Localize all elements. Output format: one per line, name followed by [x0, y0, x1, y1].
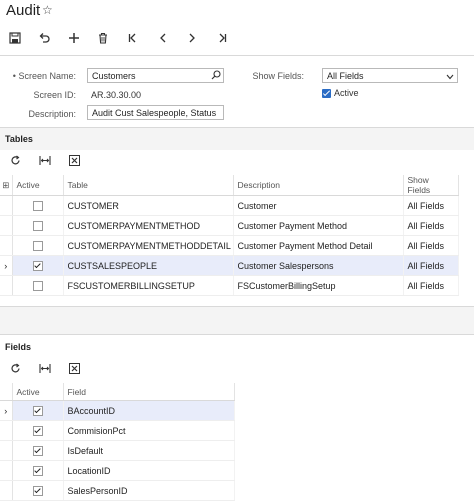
page-title: Audit [6, 2, 41, 19]
description-label: Description: [28, 109, 76, 119]
delete-icon[interactable] [95, 30, 111, 46]
toolbar-divider [0, 55, 474, 56]
row-active-checkbox[interactable] [32, 200, 43, 211]
row-field[interactable]: LocationID [63, 460, 235, 481]
search-icon[interactable] [211, 70, 221, 82]
row-active-checkbox[interactable] [32, 445, 43, 456]
table-row[interactable]: CUSTOMERPAYMENTMETHOD Customer Payment M… [0, 215, 459, 236]
row-table[interactable]: CUSTOMERPAYMENTMETHODDETAIL [63, 235, 234, 256]
screen-id-label: Screen ID: [33, 90, 76, 100]
description-input[interactable]: Audit Cust Salespeople, Status [87, 105, 224, 120]
save-icon[interactable] [7, 30, 23, 46]
row-description[interactable]: Customer Salespersons [233, 255, 404, 276]
table-row[interactable]: CUSTOMERPAYMENTMETHODDETAIL Customer Pay… [0, 235, 459, 256]
add-icon[interactable] [66, 30, 82, 46]
tables-section-title: Tables [5, 134, 33, 144]
refresh-icon[interactable] [8, 361, 22, 375]
row-table[interactable]: FSCUSTOMERBILLINGSETUP [63, 275, 234, 296]
star-icon[interactable]: ☆ [42, 3, 53, 17]
row-active-checkbox[interactable] [32, 260, 43, 271]
screen-name-input[interactable]: Customers [87, 68, 224, 83]
show-fields-label: Show Fields: [252, 71, 304, 81]
row-active-checkbox[interactable] [32, 465, 43, 476]
fit-columns-icon[interactable] [38, 361, 52, 375]
prev-icon[interactable] [155, 30, 171, 46]
screen-name-label: • Screen Name: [12, 71, 76, 81]
row-show-fields[interactable]: All Fields [403, 275, 459, 296]
fields-grid: Active Field › BAccountID CommisionPct I… [0, 383, 235, 501]
screen-id-value: AR.30.30.00 [91, 90, 142, 100]
table-row[interactable]: CUSTOMER Customer All Fields [0, 195, 459, 216]
col-description[interactable]: Description [233, 175, 404, 196]
row-field[interactable]: SalesPersonID [63, 480, 235, 501]
row-indicator [0, 460, 13, 481]
col-field[interactable]: Field [63, 383, 235, 401]
next-icon[interactable] [184, 30, 200, 46]
field-row[interactable]: CommisionPct [0, 420, 235, 441]
row-table[interactable]: CUSTSALESPEOPLE [63, 255, 234, 276]
row-active-checkbox[interactable] [32, 405, 43, 416]
col-table[interactable]: Table [63, 175, 234, 196]
chevron-down-icon[interactable] [446, 72, 454, 82]
undo-icon[interactable] [36, 30, 52, 46]
row-active-checkbox[interactable] [32, 485, 43, 496]
tables-grid: ⊞ Active Table Description Show Fields C… [0, 175, 459, 296]
section-divider [0, 127, 474, 128]
fields-section-title: Fields [5, 342, 32, 352]
row-indicator [0, 275, 13, 296]
col-active[interactable]: Active [12, 175, 64, 196]
row-show-fields[interactable]: All Fields [403, 195, 459, 216]
row-indicator [0, 215, 13, 236]
grid-settings-icon[interactable]: ⊞ [0, 175, 13, 196]
row-description[interactable]: Customer Payment Method Detail [233, 235, 404, 256]
active-checkbox[interactable] [322, 89, 331, 98]
last-icon[interactable] [214, 30, 230, 46]
row-indicator [0, 195, 13, 216]
grid-settings-icon[interactable] [0, 383, 13, 401]
row-field[interactable]: BAccountID [63, 400, 235, 421]
field-row-selected[interactable]: › BAccountID [0, 400, 235, 421]
first-icon[interactable] [125, 30, 141, 46]
export-excel-icon[interactable] [67, 153, 81, 167]
row-active-checkbox[interactable] [32, 240, 43, 251]
row-show-fields[interactable]: All Fields [403, 235, 459, 256]
row-show-fields[interactable]: All Fields [403, 215, 459, 236]
splitter-area [0, 306, 474, 334]
row-field[interactable]: CommisionPct [63, 420, 235, 441]
row-indicator [0, 235, 13, 256]
row-description[interactable]: Customer [233, 195, 404, 216]
table-row[interactable]: FSCUSTOMERBILLINGSETUP FSCustomerBilling… [0, 275, 459, 296]
tables-section-header [0, 127, 474, 150]
field-row[interactable]: IsDefault [0, 440, 235, 461]
splitter-line-bottom [0, 334, 474, 335]
row-indicator [0, 440, 13, 461]
row-show-fields[interactable]: All Fields [403, 255, 459, 276]
row-active-checkbox[interactable] [32, 220, 43, 231]
row-table[interactable]: CUSTOMERPAYMENTMETHOD [63, 215, 234, 236]
field-row[interactable]: LocationID [0, 460, 235, 481]
row-description[interactable]: FSCustomerBillingSetup [233, 275, 404, 296]
show-fields-select[interactable]: All Fields [322, 68, 458, 83]
col-show-fields[interactable]: Show Fields [403, 175, 459, 196]
row-indicator [0, 480, 13, 501]
row-table[interactable]: CUSTOMER [63, 195, 234, 216]
table-row-selected[interactable]: › CUSTSALESPEOPLE Customer Salespersons … [0, 255, 459, 276]
active-label: Active [334, 88, 359, 98]
current-row-chevron-icon: › [0, 400, 13, 421]
col-active[interactable]: Active [12, 383, 64, 401]
export-excel-icon[interactable] [67, 361, 81, 375]
refresh-icon[interactable] [8, 153, 22, 167]
row-active-checkbox[interactable] [32, 280, 43, 291]
row-field[interactable]: IsDefault [63, 440, 235, 461]
splitter-line [0, 306, 474, 307]
fit-columns-icon[interactable] [38, 153, 52, 167]
field-row[interactable]: SalesPersonID [0, 480, 235, 501]
row-description[interactable]: Customer Payment Method [233, 215, 404, 236]
current-row-chevron-icon: › [0, 255, 13, 276]
row-active-checkbox[interactable] [32, 425, 43, 436]
row-indicator [0, 420, 13, 441]
